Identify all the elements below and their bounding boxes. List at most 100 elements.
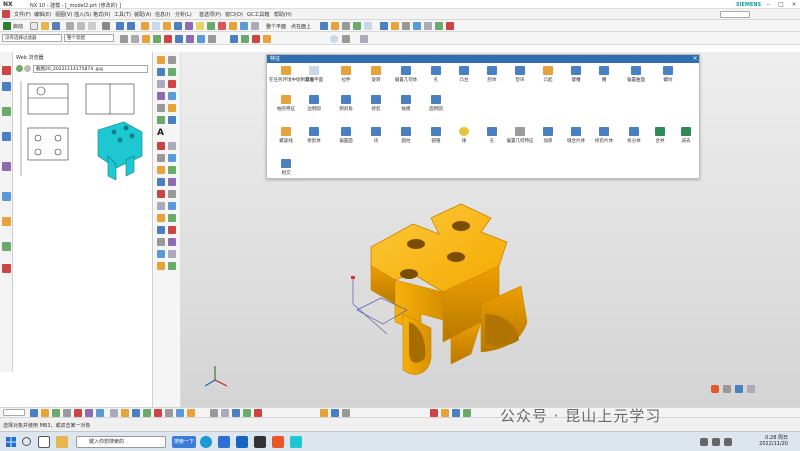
search-app-button[interactable]: 搜索一下 <box>172 436 196 448</box>
process-studio-icon[interactable] <box>2 264 11 273</box>
task-view-icon[interactable] <box>38 436 50 448</box>
zoom-in-icon[interactable] <box>210 409 218 417</box>
wrap-curve-icon[interactable] <box>168 190 176 198</box>
store-icon[interactable] <box>218 436 230 448</box>
system-clock[interactable]: 0:28 周日 2022/11/20 <box>748 435 788 447</box>
extrude-icon[interactable] <box>163 22 171 30</box>
offset-in-face-icon[interactable] <box>168 202 176 210</box>
forward-icon[interactable] <box>24 65 31 72</box>
media-icon[interactable] <box>254 436 266 448</box>
color-icon[interactable] <box>353 22 361 30</box>
feature-cylinder[interactable]: 圆柱 <box>389 127 423 144</box>
rectangle-icon[interactable] <box>157 80 165 88</box>
scale-curve-icon[interactable] <box>157 214 165 222</box>
feature-edge-blend[interactable]: 边倒圆 <box>297 95 331 112</box>
taskbar-search-input[interactable]: 键入你想搜索的 <box>76 436 166 448</box>
maximize-icon[interactable]: □ <box>775 0 787 9</box>
menu-info[interactable]: 信息(I) <box>155 11 170 18</box>
select-all-icon[interactable] <box>120 35 128 43</box>
extend-curve-icon[interactable] <box>168 116 176 124</box>
snap-mode[interactable]: 整个平面 <box>266 23 286 30</box>
menu-help[interactable]: 帮助(H) <box>274 11 292 18</box>
sogou-icon[interactable] <box>711 385 719 393</box>
edge-icon[interactable] <box>200 436 212 448</box>
new-icon[interactable] <box>30 22 38 30</box>
command-search-input[interactable] <box>720 11 750 18</box>
view-back-icon[interactable] <box>187 409 195 417</box>
zoom-out-icon[interactable] <box>221 409 229 417</box>
menu-gc-toolkit[interactable]: GC工具箱 <box>247 11 269 18</box>
constraint-navigator-icon[interactable] <box>2 107 11 116</box>
feature-draft[interactable]: 拔模 <box>389 95 423 112</box>
datum-icon[interactable] <box>152 22 160 30</box>
app-icon[interactable] <box>272 436 284 448</box>
cone2-icon[interactable] <box>463 409 471 417</box>
address-field[interactable]: 截图20_20221114175874 .jpg <box>33 65 148 73</box>
menu-analysis[interactable]: 分析(L) <box>175 11 192 18</box>
point-on-curve-icon[interactable] <box>208 35 216 43</box>
sphere2-icon[interactable] <box>452 409 460 417</box>
nx-taskbar-icon[interactable] <box>290 436 302 448</box>
mirror-curve-icon[interactable] <box>168 104 176 112</box>
type-filter-dropdown[interactable] <box>3 409 25 416</box>
feature-offset-geometry[interactable]: 偏置几何体 <box>389 66 423 83</box>
view-left-icon[interactable] <box>165 409 173 417</box>
save-icon[interactable] <box>52 22 60 30</box>
box-icon[interactable] <box>430 409 438 417</box>
show-hide-icon[interactable] <box>342 22 350 30</box>
selection-scope-dropdown[interactable]: 整个装配 <box>64 34 114 42</box>
revolve-icon[interactable] <box>174 22 182 30</box>
trim-curve-icon[interactable] <box>157 116 165 124</box>
section-curve-icon[interactable] <box>168 166 176 174</box>
fit-all-icon[interactable] <box>254 409 262 417</box>
line-icon[interactable] <box>168 56 176 64</box>
hd3d-icon[interactable] <box>2 162 11 171</box>
menu-edit[interactable]: 编辑(E) <box>34 11 51 18</box>
view-top-icon[interactable] <box>241 35 249 43</box>
rotate-icon[interactable] <box>435 22 443 30</box>
language-icon[interactable] <box>724 438 732 446</box>
feature-offset-surface[interactable]: 偏置曲面 <box>619 66 653 83</box>
intersect-curve-icon[interactable] <box>157 166 165 174</box>
feature-trim-body[interactable]: 修剪体 <box>297 127 331 144</box>
network-icon[interactable] <box>700 438 708 446</box>
quadrant-icon[interactable] <box>197 35 205 43</box>
measure-icon[interactable] <box>251 22 259 30</box>
project-curve-icon[interactable] <box>168 154 176 162</box>
view-mode[interactable]: 点在面上 <box>291 23 311 30</box>
view-right-icon[interactable] <box>252 35 260 43</box>
shell-icon[interactable] <box>229 22 237 30</box>
face-analysis-icon[interactable] <box>85 409 93 417</box>
open-icon[interactable] <box>41 22 49 30</box>
feature-extrude[interactable]: 拉伸 <box>329 66 363 83</box>
snap-line-icon[interactable] <box>360 35 368 43</box>
chamfer-icon[interactable] <box>207 22 215 30</box>
pan-icon[interactable] <box>232 409 240 417</box>
windows-start-icon[interactable] <box>6 437 16 447</box>
history-icon[interactable] <box>2 217 11 226</box>
close-icon[interactable]: × <box>691 55 699 63</box>
endpoint-icon[interactable] <box>153 35 161 43</box>
blend-curve-icon[interactable] <box>168 238 176 246</box>
back-icon[interactable] <box>16 65 23 72</box>
layer-icon[interactable] <box>331 22 339 30</box>
view-iso-icon[interactable] <box>263 35 271 43</box>
zoom-icon[interactable] <box>413 22 421 30</box>
shaded-icon[interactable] <box>30 409 38 417</box>
feature-block[interactable]: 块 <box>359 127 393 144</box>
undo-icon[interactable] <box>116 22 124 30</box>
view-bottom-icon[interactable] <box>176 409 184 417</box>
shade-icon[interactable] <box>391 22 399 30</box>
menu-view[interactable]: 视图(V) <box>55 11 72 18</box>
cut-icon[interactable] <box>66 22 74 30</box>
bridge-curve-icon[interactable] <box>157 154 165 162</box>
selection-filter-dropdown[interactable]: 没有选择过滤器 <box>2 34 62 42</box>
redo-icon[interactable] <box>127 22 135 30</box>
close-icon[interactable]: × <box>788 0 800 9</box>
helix-icon[interactable] <box>168 142 176 150</box>
file-explorer-icon[interactable] <box>56 436 68 448</box>
menu-tools[interactable]: 工具(T) <box>114 11 131 18</box>
studio-icon[interactable] <box>74 409 82 417</box>
mic-icon[interactable] <box>735 385 743 393</box>
polygon-icon[interactable] <box>157 92 165 100</box>
